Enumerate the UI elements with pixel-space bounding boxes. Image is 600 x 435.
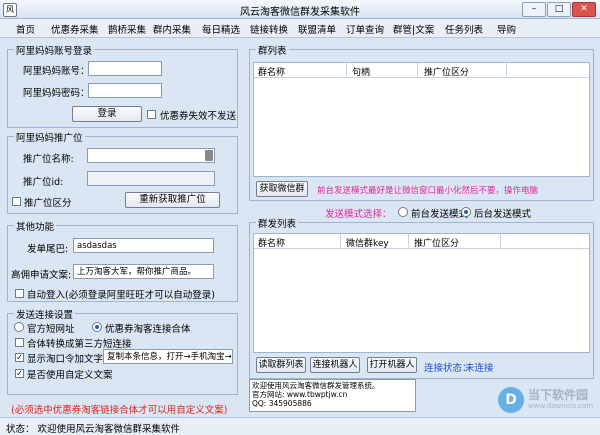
account-label: 阿里妈妈账号： xyxy=(23,66,90,77)
fetch-wechat-group-button[interactable]: 获取微信群 xyxy=(256,181,308,197)
official-short-radio[interactable] xyxy=(14,322,24,332)
tail-input[interactable]: asdasdas xyxy=(73,238,214,253)
send-group: 发送连接设置 官方短网址 优惠券淘客连接合体 合体转换成第三方短连接 ✓ 显示淘… xyxy=(7,307,238,395)
password-input[interactable] xyxy=(88,83,162,98)
watermark: D 当下软件园 www.downxia.com xyxy=(498,387,593,413)
tail-label: 发单尾巴: xyxy=(27,244,69,255)
maximize-button[interactable]: □ xyxy=(547,2,571,17)
send-list-group: 群发列表 群名称 微信群key 推广位区分 读取群列表 连接机器人 打开机器人 … xyxy=(249,216,594,379)
menu-daily-picks[interactable]: 每日精选 xyxy=(202,22,240,36)
login-button[interactable]: 登录 xyxy=(72,106,142,122)
menu-queqiao-collect[interactable]: 鹊桥采集 xyxy=(108,22,146,36)
third-party-short-checkbox[interactable] xyxy=(15,338,24,347)
log-line-1: 欢迎使用风云淘客微信群发管理系统。 xyxy=(252,381,380,390)
official-short-label: 官方短网址 xyxy=(27,324,75,335)
menu-bar: 首页 优惠券采集 鹊桥采集 群内采集 每日精选 链接转换 联盟清单 订单查询 群… xyxy=(0,19,600,38)
send-list-title: 群发列表 xyxy=(256,216,299,230)
menu-order-query[interactable]: 订单查询 xyxy=(346,22,384,36)
login-group-title: 阿里妈妈账号登录 xyxy=(14,43,95,57)
promo-group: 阿里妈妈推广位 推广位名称: 推广位id: 推广位区分 重新获取推广位 xyxy=(7,130,238,214)
coupon-invalid-label: 优惠券失效不发送 xyxy=(160,111,237,122)
back-mode-text: 后台发送模式 xyxy=(474,209,532,220)
title-bar: 风 风云淘客微信群发采集软件 – □ ✕ xyxy=(0,0,600,19)
custom-text-checkbox[interactable]: ✓ xyxy=(15,369,24,378)
show-taoword-label: 显示淘口令加文字 xyxy=(27,354,104,365)
group-list-group: 群列表 群名称 句柄 推广位区分 获取微信群 前台发送模式最好是让微信窗口最小化… xyxy=(249,43,594,201)
menu-home[interactable]: 首页 xyxy=(16,22,35,36)
menu-shopping-guide[interactable]: 导购 xyxy=(497,22,516,36)
front-mode-text: 前台发送模式 xyxy=(411,209,469,220)
send-list-table[interactable]: 群名称 微信群key 推广位区分 xyxy=(253,233,590,353)
status-text: 状态： 欢迎使用风云淘客微信群采集软件 xyxy=(6,424,181,435)
auto-login-label: 自动登入(必须登录阿里旺旺才可以自动登录) xyxy=(27,290,215,301)
menu-alliance-list[interactable]: 联盟清单 xyxy=(298,22,336,36)
watermark-url: www.downxia.com xyxy=(528,402,594,410)
show-taoword-checkbox[interactable]: ✓ xyxy=(15,353,24,362)
other-group: 其他功能 发单尾巴: asdasdas 高佣申请文案: 上万淘客大军，帮你推广商… xyxy=(7,219,238,302)
refetch-promo-button[interactable]: 重新获取推广位 xyxy=(125,192,220,208)
coupon-combo-label: 优惠券淘客连接合体 xyxy=(105,324,191,335)
group-list-table[interactable]: 群名称 句柄 推广位区分 xyxy=(253,62,590,177)
promo-id-label: 推广位id: xyxy=(23,177,64,188)
promo-split-label: 推广位区分 xyxy=(24,198,72,209)
dropdown-handle-icon[interactable] xyxy=(205,150,213,161)
connection-status-value: 未连接 xyxy=(465,363,494,374)
custom-text-label: 是否使用自定义文案 xyxy=(27,370,113,381)
coupon-combo-radio[interactable] xyxy=(92,322,102,332)
front-mode-hint: 前台发送模式最好是让微信窗口最小化然后不要，操作电脑 xyxy=(317,186,539,196)
promo-id-input[interactable] xyxy=(87,171,215,186)
group-list-title: 群列表 xyxy=(256,43,289,57)
back-mode-radio[interactable] xyxy=(461,207,471,217)
send-mode-label: 发送模式选择： xyxy=(325,209,392,220)
close-button[interactable]: ✕ xyxy=(572,2,596,17)
apply-input[interactable]: 上万淘客大军，帮你推广商品。 xyxy=(73,264,214,279)
window-title: 风云淘客微信群发采集软件 xyxy=(240,7,360,18)
front-mode-radio[interactable] xyxy=(398,207,408,217)
apply-label: 高佣申请文案: xyxy=(11,270,72,281)
menu-group-manage[interactable]: 群管|文案 xyxy=(393,22,434,36)
taoword-input[interactable]: 复制本条信息，打开→手机淘宝→ xyxy=(103,349,233,364)
watermark-logo-icon: D xyxy=(498,387,524,413)
other-group-title: 其他功能 xyxy=(14,219,57,233)
connect-robot-button[interactable]: 连接机器人 xyxy=(310,357,360,373)
auto-login-checkbox[interactable] xyxy=(15,289,24,298)
read-group-list-button[interactable]: 读取群列表 xyxy=(256,357,306,373)
status-bar: 状态： 欢迎使用风云淘客微信群采集软件 xyxy=(0,417,600,435)
send-group-title: 发送连接设置 xyxy=(14,307,76,321)
log-line-3: QQ: 345905886 xyxy=(252,399,312,408)
custom-text-note: (必须选中优惠券淘客链接合体才可以用自定义文案) xyxy=(11,405,228,416)
login-group: 阿里妈妈账号登录 阿里妈妈账号： 阿里妈妈密码： 登录 优惠券失效不发送 xyxy=(7,43,238,128)
account-input[interactable] xyxy=(88,61,162,76)
minimize-button[interactable]: – xyxy=(522,2,546,17)
promo-name-label: 推广位名称: xyxy=(23,154,74,165)
log-textbox[interactable]: 欢迎使用风云淘客微信群发管理系统。 官方网站: www.tbwptjw.cn Q… xyxy=(249,379,416,412)
watermark-title: 当下软件园 xyxy=(528,388,589,402)
promo-name-select[interactable] xyxy=(87,148,215,163)
coupon-invalid-checkbox[interactable] xyxy=(147,110,156,119)
menu-group-collect[interactable]: 群内采集 xyxy=(153,22,191,36)
promo-group-title: 阿里妈妈推广位 xyxy=(14,130,85,144)
promo-split-checkbox[interactable] xyxy=(12,197,21,206)
third-party-short-label: 合体转换成第三方短连接 xyxy=(27,339,132,350)
password-label: 阿里妈妈密码： xyxy=(23,88,90,99)
open-robot-button[interactable]: 打开机器人 xyxy=(367,357,417,373)
menu-coupon-collect[interactable]: 优惠券采集 xyxy=(51,22,99,36)
menu-link-convert[interactable]: 链接转换 xyxy=(250,22,288,36)
menu-task-list[interactable]: 任务列表 xyxy=(445,22,483,36)
log-line-2: 官方网站: www.tbwptjw.cn xyxy=(252,390,348,399)
